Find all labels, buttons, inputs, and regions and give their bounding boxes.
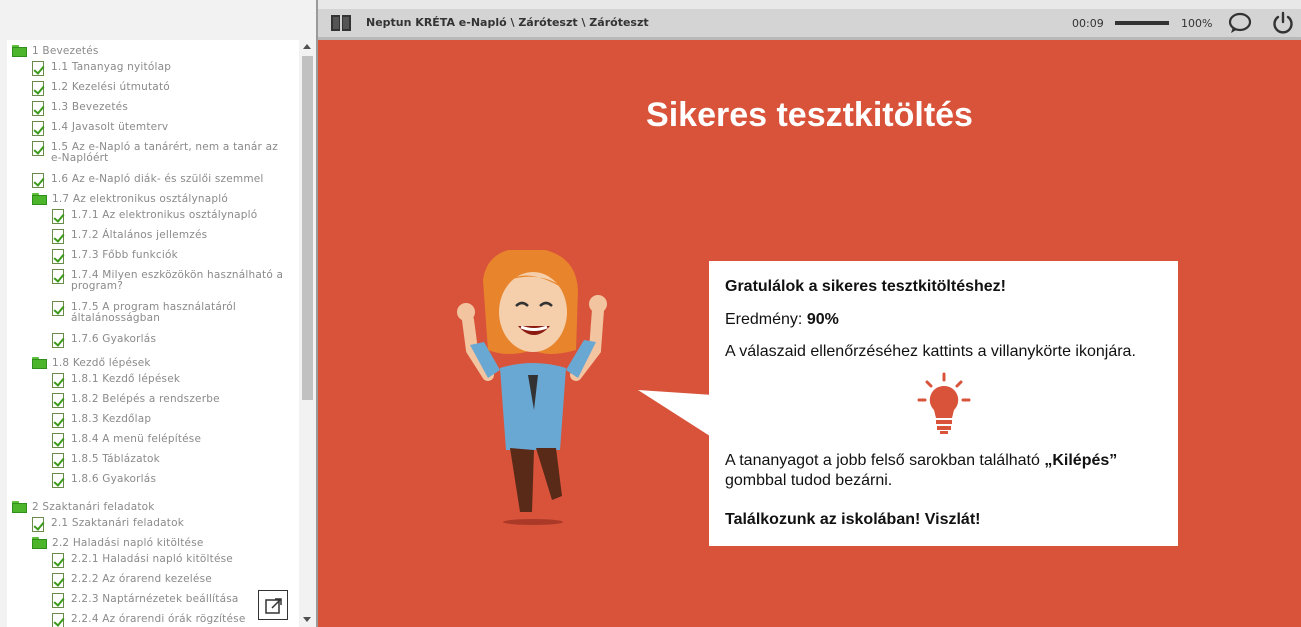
checkbox-icon: [52, 209, 64, 224]
toc-panel: 1 Bevezetés 1.1 Tananyag nyitólap 1.2 Keze…: [7, 40, 299, 627]
elapsed-time: 00:09: [1072, 17, 1104, 30]
toc-item-label: 1.7.5 A program használatáról általánoss…: [71, 301, 237, 324]
checkbox-icon: [52, 433, 64, 448]
toc-scrollbar-thumb[interactable]: [302, 56, 313, 400]
toc-item-label: 1.8.3 Kezdőlap: [71, 413, 152, 425]
slide-area: Sikeres tesztkitöltés Gratulálok a siker…: [318, 40, 1301, 627]
player-toolbar: Neptun KRÉTA e-Napló \ Záróteszt \ Zárót…: [318, 9, 1301, 37]
checkbox-icon: [52, 473, 64, 488]
checkbox-icon: [52, 373, 64, 388]
folder-icon: [32, 193, 47, 205]
checkbox-icon: [32, 141, 44, 156]
popout-button[interactable]: [258, 590, 288, 620]
toc-item-label: 1.8.6 Gyakorlás: [71, 473, 157, 485]
checkbox-icon: [32, 173, 44, 188]
checkbox-icon: [52, 269, 64, 284]
checkbox-icon: [32, 121, 44, 136]
cheering-girl-illustration: [457, 250, 607, 525]
scroll-up-icon[interactable]: [303, 44, 311, 49]
toc-item-label: 2.2 Haladási napló kitöltése: [52, 537, 204, 549]
exit-instruction: A tananyagot a jobb felső sarokban talál…: [725, 451, 1117, 491]
congrats-text: Gratulálok a sikeres tesztkitöltéshez!: [725, 278, 1006, 295]
checkbox-icon: [52, 301, 64, 316]
checkbox-icon: [52, 229, 64, 244]
toc-item-label: 1.7.6 Gyakorlás: [71, 333, 157, 345]
toc-item-label: 1.8 Kezdő lépések: [52, 357, 151, 369]
toc-item-label: 2.2.2 Az órarend kezelése: [71, 573, 212, 585]
checkbox-icon: [52, 553, 64, 568]
toc-item-label: 1.8.2 Belépés a rendszerbe: [71, 393, 220, 405]
slide-heading: Sikeres tesztkitöltés: [646, 96, 973, 134]
toc-item-label: 2 Szaktanári feladatok: [32, 501, 155, 513]
toc-sidebar: 1 Bevezetés 1.1 Tananyag nyitólap 1.2 Keze…: [0, 0, 318, 627]
volume-slider[interactable]: [1115, 21, 1169, 25]
exit-button-name: „Kilépés”: [1044, 452, 1118, 469]
breadcrumb: Neptun KRÉTA e-Napló \ Záróteszt \ Zárót…: [366, 16, 649, 29]
folder-icon: [32, 357, 47, 369]
toc-item-label: 1.2 Kezelési útmutató: [51, 81, 170, 93]
checkbox-icon: [52, 593, 64, 608]
checkbox-icon: [52, 393, 64, 408]
toc-item-label: 1.7.1 Az elektronikus osztálynapló: [71, 209, 258, 221]
checkbox-icon: [32, 517, 44, 532]
checkbox-icon: [52, 573, 64, 588]
folder-icon: [32, 537, 47, 549]
checkbox-icon: [52, 333, 64, 348]
result-value: 90%: [806, 311, 839, 328]
toc-item-label: 2.2.4 Az órarendi órák rögzítése: [71, 613, 246, 625]
toc-item-label: 2.2.3 Naptárnézetek beállítása: [71, 593, 239, 605]
checkbox-icon: [52, 249, 64, 264]
speech-bubble-tail: [638, 390, 713, 438]
toc-item-label: 1.7.4 Milyen eszközökön használható a pr…: [71, 269, 284, 292]
chat-icon[interactable]: [1228, 12, 1252, 34]
toc-item-label: 1.8.5 Táblázatok: [71, 453, 160, 465]
folder-icon: [12, 501, 27, 513]
toc-item-label: 1.5 Az e-Napló a tanárért, nem a tanár a…: [51, 141, 278, 164]
toc-item-label: 1.6 Az e-Napló diák- és szülői szemmel: [51, 173, 264, 185]
scroll-down-icon[interactable]: [303, 617, 311, 622]
toc-item-label: 1.4 Javasolt ütemterv: [51, 121, 169, 133]
speech-bubble: Gratulálok a sikeres tesztkitöltéshez! E…: [709, 261, 1178, 546]
checkbox-icon: [52, 453, 64, 468]
result-line: Eredmény: 90%: [725, 310, 839, 330]
checkbox-icon: [32, 81, 44, 96]
toc-item-label: 2.2.1 Haladási napló kitöltése: [71, 553, 233, 565]
checkbox-icon: [52, 613, 64, 627]
checkbox-icon: [52, 413, 64, 428]
volume-percent: 100%: [1181, 17, 1213, 30]
book-icon[interactable]: [330, 14, 352, 32]
folder-icon: [12, 45, 27, 57]
toc-item-label: 1 Bevezetés: [32, 45, 99, 57]
toc-item-label: 1.1 Tananyag nyitólap: [51, 61, 172, 73]
checkbox-icon: [32, 61, 44, 76]
exit-text-2: gombbal tudod bezárni.: [725, 472, 893, 489]
checkbox-icon: [32, 101, 44, 116]
result-label: Eredmény:: [725, 311, 803, 328]
toc-item-label: 1.7.2 Általános jellemzés: [71, 229, 208, 241]
toc-item-label: 1.7 Az elektronikus osztálynapló: [52, 193, 228, 205]
toc-item-label: 1.3 Bevezetés: [51, 101, 128, 113]
popout-icon: [265, 598, 282, 614]
toc-item-label: 1.8.4 A menü felépítése: [71, 433, 202, 445]
toc-item-label: 2.1 Szaktanári feladatok: [51, 517, 184, 529]
toc-item-label: 1.8.1 Kezdő lépések: [71, 373, 181, 385]
exit-text-1: A tananyagot a jobb felső sarokban talál…: [725, 452, 1040, 469]
lightbulb-icon[interactable]: [915, 372, 973, 438]
power-icon[interactable]: [1271, 11, 1295, 35]
check-hint: A válaszaid ellenőrzéséhez kattints a vi…: [725, 343, 1136, 360]
farewell-text: Találkozunk az iskolában! Viszlát!: [725, 511, 981, 528]
toc-item-label: 1.7.3 Főbb funkciók: [71, 249, 178, 261]
